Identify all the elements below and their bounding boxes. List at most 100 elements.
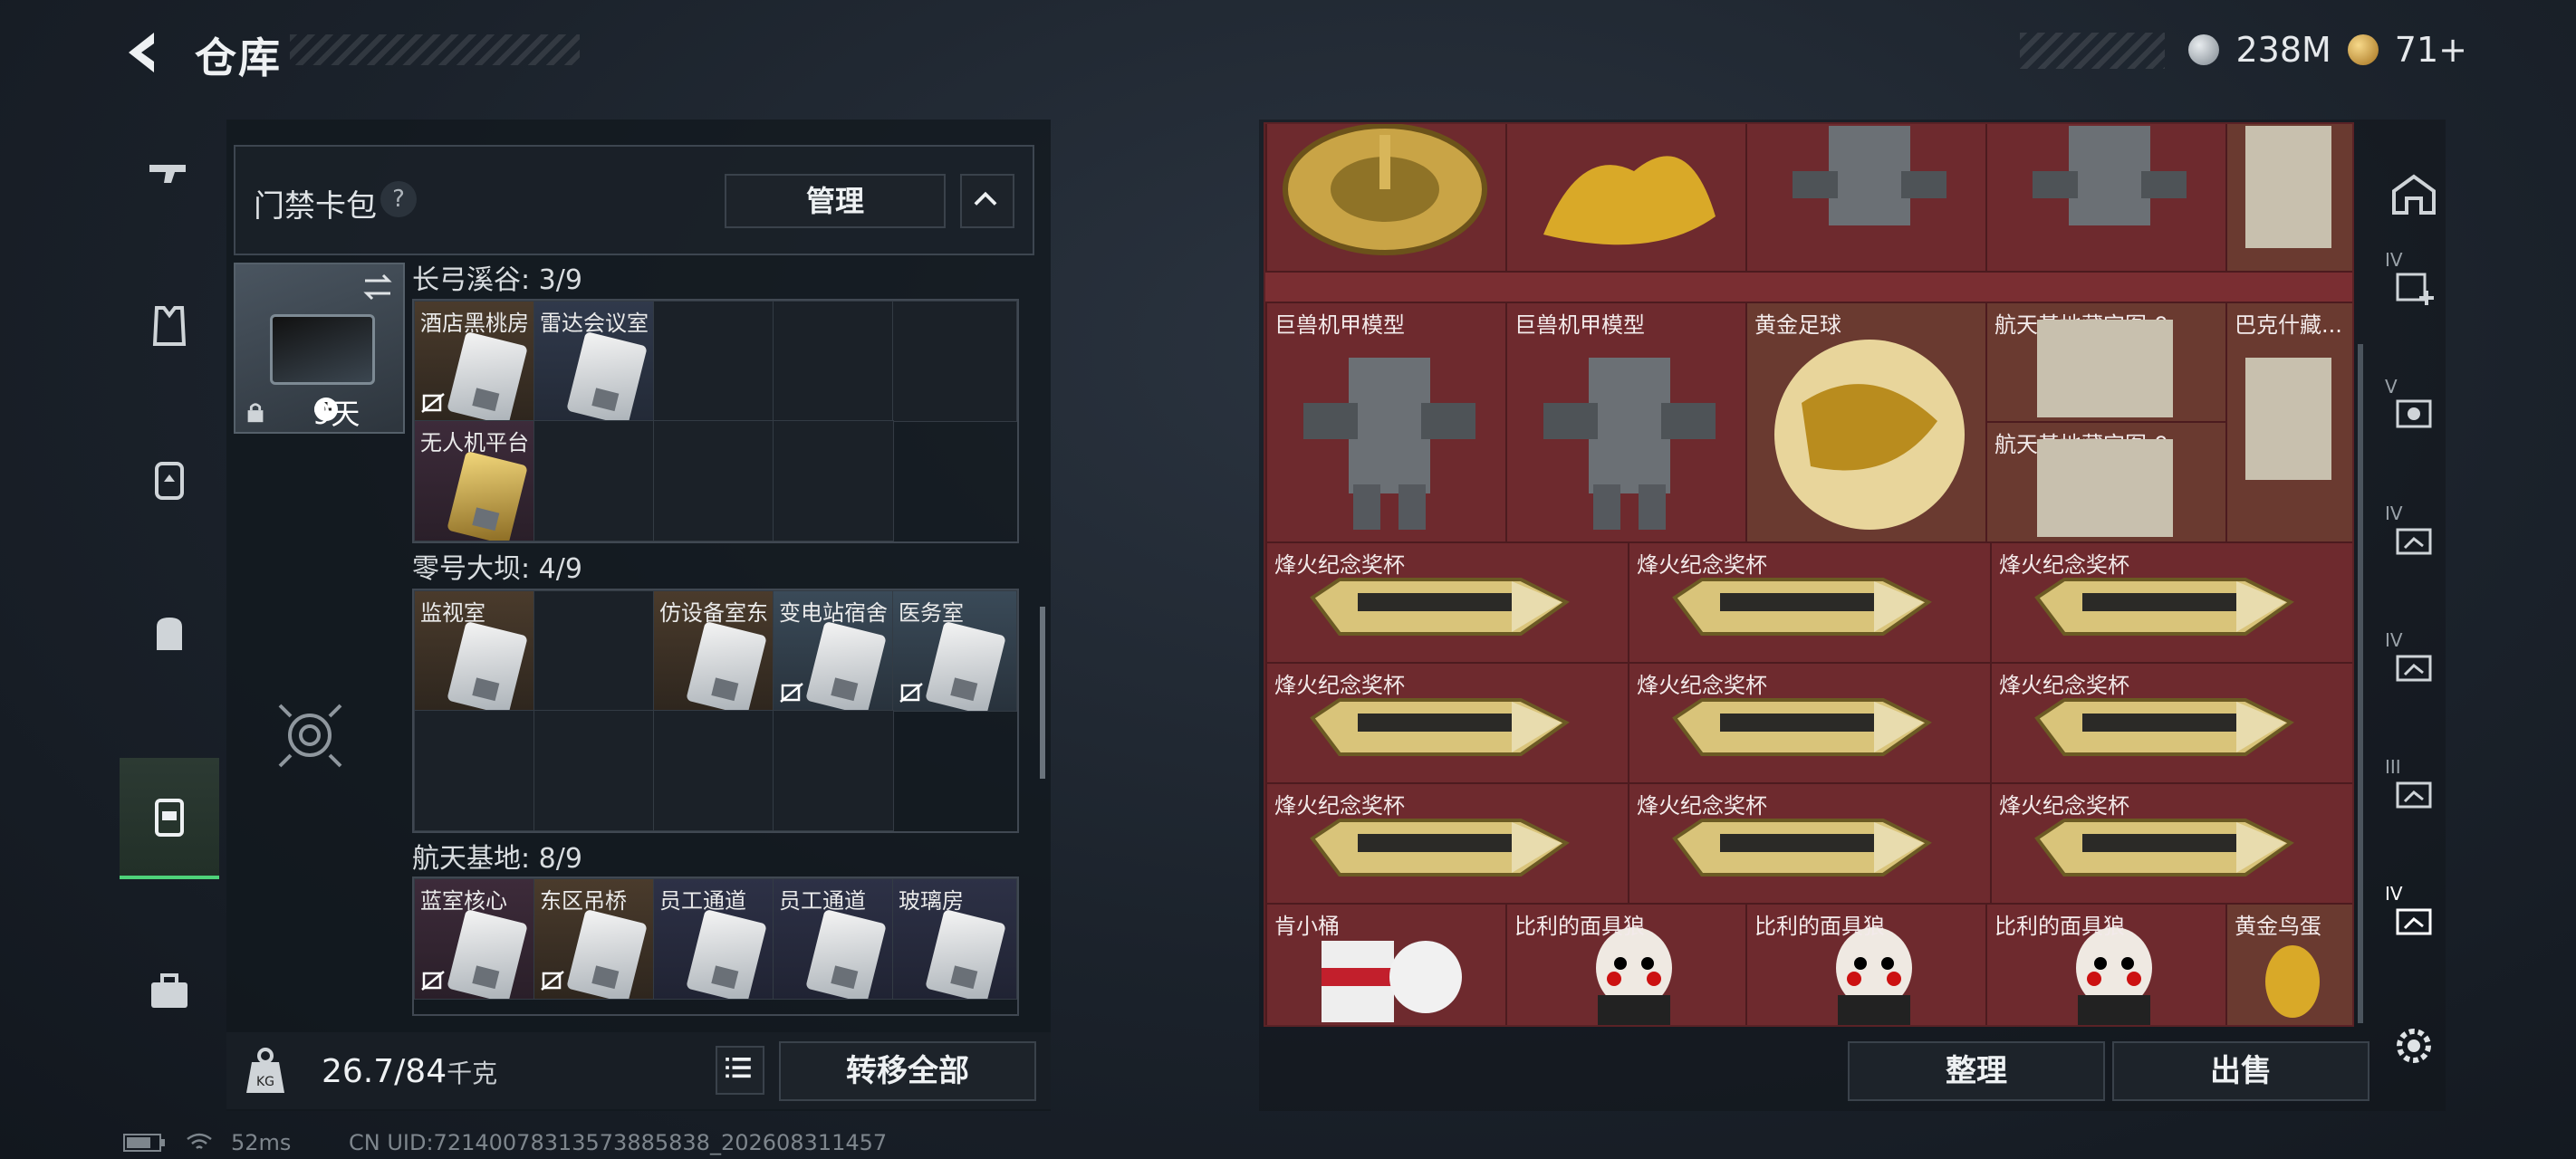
keycard-image bbox=[447, 908, 528, 999]
target-icon[interactable] bbox=[276, 702, 344, 770]
currency-bar: 238M 71+ bbox=[2188, 27, 2467, 72]
stash-item[interactable]: 烽火纪念奖杯 bbox=[1628, 782, 1994, 906]
filter-label: IV bbox=[2385, 503, 2403, 524]
nav-backpack[interactable] bbox=[120, 575, 219, 693]
keycard-slot[interactable]: 蓝室核心 bbox=[414, 878, 535, 1000]
collapse-button[interactable] bbox=[960, 174, 1014, 228]
keycard-name: 玻璃房 bbox=[899, 888, 964, 914]
item-name: 巴克什藏... bbox=[2235, 312, 2342, 338]
keycard-name: 蓝室核心 bbox=[420, 888, 507, 914]
keycard-name: 酒店黑桃房 bbox=[420, 311, 529, 336]
keycard-slot[interactable]: 酒店黑桃房 bbox=[414, 301, 535, 422]
stash-item[interactable]: 烽火纪念奖杯 bbox=[1990, 782, 2352, 906]
transfer-all-button[interactable]: 转移全部 bbox=[779, 1041, 1036, 1101]
gun-icon bbox=[149, 165, 186, 183]
stash-item[interactable]: 烽火纪念奖杯 bbox=[1990, 662, 2352, 786]
stash-item[interactable]: 航天基地藏宝图-9 bbox=[1985, 302, 2229, 425]
keycard-slot[interactable]: 监视室 bbox=[414, 590, 535, 712]
sell-button[interactable]: 出售 bbox=[2112, 1041, 2369, 1101]
keycard-slot[interactable]: 变电站宿舍 bbox=[773, 590, 894, 712]
stash-item[interactable] bbox=[1745, 124, 1989, 273]
filter-nav: IV V IV IV III IV bbox=[2373, 122, 2455, 1118]
stash-item[interactable] bbox=[1505, 124, 1749, 273]
sort-button[interactable]: 整理 bbox=[1848, 1041, 2105, 1101]
stash-item[interactable]: 烽火纪念奖杯 bbox=[1265, 662, 1631, 786]
keycard-slot[interactable]: 雷达会议室 bbox=[533, 301, 655, 422]
stash-item[interactable]: 比利的面具狼 bbox=[1745, 903, 1989, 1025]
map-item bbox=[2037, 439, 2173, 537]
nav-rig[interactable] bbox=[120, 421, 219, 539]
empty-slot bbox=[533, 420, 655, 541]
lock-icon bbox=[247, 403, 264, 423]
stash-item[interactable] bbox=[2225, 124, 2352, 273]
stash-item[interactable]: 比利的面具狼 bbox=[1985, 903, 2229, 1025]
settings-button[interactable] bbox=[2378, 1010, 2450, 1082]
keycard-name: 仿设备室东 bbox=[659, 600, 768, 626]
keycard-name: 东区吊桥 bbox=[540, 888, 627, 914]
nav-toolbox[interactable] bbox=[120, 933, 219, 1050]
mech-model-item bbox=[2033, 126, 2187, 225]
right-scrollbar[interactable] bbox=[2358, 344, 2363, 1023]
stash-item[interactable]: 黄金足球 bbox=[1745, 302, 1989, 545]
nav-keycase[interactable] bbox=[120, 758, 219, 879]
back-arrow-icon[interactable] bbox=[118, 27, 168, 78]
item-name: 肯小桶 bbox=[1274, 914, 1340, 939]
gear-icon bbox=[2397, 1029, 2431, 1063]
list-view-button[interactable] bbox=[716, 1046, 764, 1095]
stash-item[interactable]: 烽火纪念奖杯 bbox=[1265, 782, 1631, 906]
home-icon bbox=[2392, 174, 2436, 215]
empty-slot bbox=[773, 301, 894, 422]
stash-item[interactable] bbox=[1985, 124, 2229, 273]
stash-item[interactable]: 航天基地藏宝图-9 bbox=[1985, 421, 2229, 545]
stash-item[interactable] bbox=[1265, 124, 1509, 273]
filter-tier-3[interactable]: III bbox=[2378, 756, 2450, 829]
stash-item[interactable]: 烽火纪念奖杯 bbox=[1628, 541, 1994, 666]
keycard-slot[interactable]: 员工通道 bbox=[773, 878, 894, 1000]
no-bind-icon bbox=[421, 393, 445, 413]
currency-a-value: 238M bbox=[2235, 30, 2331, 70]
keycard-slot[interactable]: 东区吊桥 bbox=[533, 878, 655, 1000]
no-bind-icon bbox=[899, 683, 923, 703]
keycase-icon bbox=[155, 799, 184, 837]
keycase-image bbox=[270, 314, 375, 385]
filter-tier-4-selected[interactable]: IV bbox=[2378, 883, 2450, 955]
filter-tier-4a[interactable]: IV bbox=[2378, 503, 2450, 575]
stash-item[interactable]: 巨兽机甲模型 bbox=[1265, 302, 1509, 545]
filter-tier-4-add[interactable]: IV bbox=[2378, 249, 2450, 321]
stash-item[interactable]: 烽火纪念奖杯 bbox=[1990, 541, 2352, 666]
mech-model-item bbox=[1543, 358, 1716, 530]
filter-tier-4b[interactable]: IV bbox=[2378, 629, 2450, 702]
no-bind-icon bbox=[780, 683, 803, 703]
stash-item[interactable]: 巨兽机甲模型 bbox=[1505, 302, 1749, 545]
stash-item[interactable]: 比利的面具狼 bbox=[1505, 903, 1749, 1025]
keycard-name: 无人机平台 bbox=[420, 430, 529, 455]
keycard-slot[interactable]: 仿设备室东 bbox=[653, 590, 774, 712]
keycard-image bbox=[925, 620, 1006, 711]
keycard-slot[interactable]: 医务室 bbox=[892, 590, 1017, 712]
stash-item[interactable]: 烽火纪念奖杯 bbox=[1265, 541, 1631, 666]
keycard-slot[interactable]: 玻璃房 bbox=[892, 878, 1017, 1000]
filter-tier-5[interactable]: V bbox=[2378, 376, 2450, 448]
keycard-slot[interactable]: 无人机平台 bbox=[414, 420, 535, 541]
filter-label: IV bbox=[2385, 249, 2403, 271]
nav-armor[interactable] bbox=[120, 267, 219, 385]
left-scrollbar[interactable] bbox=[1040, 607, 1045, 779]
nav-weapons[interactable] bbox=[120, 113, 219, 231]
manage-button[interactable]: 管理 bbox=[725, 174, 946, 228]
section-label-changgong: 长弓溪谷: 3/9 bbox=[412, 264, 582, 296]
stash-item[interactable]: 烽火纪念奖杯 bbox=[1628, 662, 1994, 786]
stash-item[interactable]: 巴克什藏... bbox=[2225, 302, 2352, 545]
stash-item[interactable]: 黄金鸟蛋 bbox=[2225, 903, 2352, 1025]
keycard-name: 医务室 bbox=[899, 600, 964, 626]
keycard-slot[interactable]: 员工通道 bbox=[653, 878, 774, 1000]
help-icon[interactable]: ? bbox=[380, 181, 417, 217]
trophy-item bbox=[1672, 698, 1932, 756]
filter-home[interactable] bbox=[2378, 158, 2450, 231]
keycard-image bbox=[447, 620, 528, 711]
section-label-dam: 零号大坝: 4/9 bbox=[412, 553, 582, 585]
keycard-grid-changgong: 酒店黑桃房 雷达会议室 无人机平台 bbox=[412, 299, 1019, 543]
status-bar: 52ms bbox=[122, 1130, 291, 1155]
stash-item[interactable]: 肯小桶 bbox=[1265, 903, 1509, 1025]
page-title: 仓库 bbox=[195, 34, 282, 82]
keycard-image bbox=[566, 330, 648, 421]
